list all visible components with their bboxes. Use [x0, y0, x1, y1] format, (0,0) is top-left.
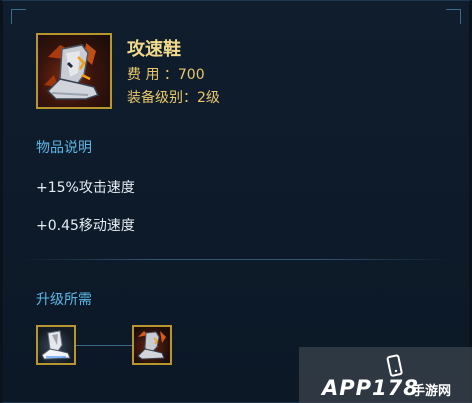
attack-speed-boots-icon	[137, 331, 166, 360]
description-title: 物品说明	[36, 140, 92, 156]
panel-corner-ornament	[11, 9, 26, 24]
basic-boots-icon	[41, 330, 71, 360]
component-slot-basic-boots[interactable]	[36, 325, 76, 365]
watermark-cn-text: 手游网	[412, 384, 452, 399]
item-tier: 装备级别：2级	[127, 90, 220, 106]
boots-icon	[44, 43, 100, 100]
upgrade-title: 升级所需	[36, 292, 92, 308]
phone-icon	[386, 354, 403, 377]
section-divider	[25, 259, 447, 260]
component-slot-attack-speed-boots[interactable]	[132, 325, 172, 365]
panel-corner-ornament	[446, 9, 461, 24]
item-cost: 费 用 ：700	[127, 67, 205, 83]
item-icon	[36, 33, 112, 109]
effect-move-speed: +0.45移动速度	[36, 218, 135, 234]
effect-attack-speed: +15%攻击速度	[36, 180, 135, 196]
item-tooltip-panel: 攻速鞋 费 用 ：700 装备级别：2级 物品说明 +15%攻击速度 +0.45…	[0, 0, 472, 403]
item-name: 攻速鞋	[127, 39, 181, 60]
upgrade-connector-line	[76, 345, 132, 346]
watermark-text: APP178	[322, 376, 419, 400]
